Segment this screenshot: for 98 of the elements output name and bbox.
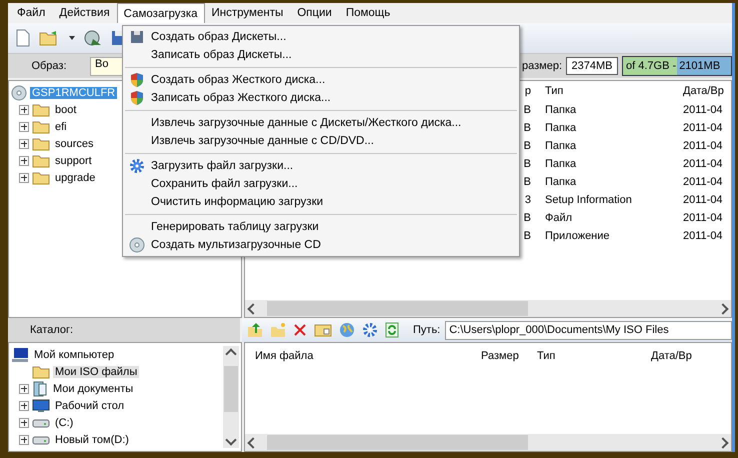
menu-item[interactable]: Загрузить файл загрузки... bbox=[151, 160, 294, 172]
tree-item[interactable]: Новый том(D:) bbox=[53, 434, 131, 446]
horizontal-scrollbar[interactable] bbox=[245, 300, 731, 317]
tree-item[interactable]: Мои ISO файлы bbox=[53, 366, 140, 378]
table-cell-text: Папка bbox=[544, 158, 578, 170]
column-header[interactable]: Тип bbox=[537, 350, 651, 362]
column-header[interactable]: Размер bbox=[481, 350, 537, 362]
column-header[interactable]: р bbox=[524, 85, 535, 97]
folder-icon bbox=[32, 120, 50, 134]
disc-icon bbox=[11, 84, 27, 100]
table-cell-text: B bbox=[524, 140, 532, 152]
folder-icon bbox=[32, 154, 50, 168]
tree-item[interactable]: support bbox=[53, 154, 94, 166]
tree-item[interactable]: Рабочий стол bbox=[53, 400, 126, 412]
expand-icon[interactable] bbox=[19, 434, 29, 444]
tree-item[interactable]: Мой компьютер bbox=[32, 348, 116, 360]
table-cell-text: 2011-04 bbox=[682, 104, 724, 116]
shield-icon bbox=[129, 72, 145, 88]
table-cell-text: Папка bbox=[544, 104, 578, 116]
table-cell-text: Setup Information bbox=[544, 194, 633, 206]
menu-item[interactable]: Действия bbox=[52, 3, 117, 23]
menu-item[interactable]: Сохранить файл загрузки... bbox=[151, 178, 298, 190]
size-field: 2374MB bbox=[566, 57, 618, 75]
table-cell-text: B bbox=[524, 122, 532, 134]
folder-icon bbox=[32, 364, 50, 378]
menu-item[interactable]: Файл bbox=[10, 3, 52, 23]
folder-icon bbox=[32, 102, 50, 116]
menu-item[interactable]: Самозагрузка bbox=[116, 3, 205, 23]
globe-icon[interactable] bbox=[338, 321, 356, 339]
table-cell-text: B bbox=[524, 104, 532, 116]
computer-icon bbox=[11, 346, 29, 362]
table-cell-text: 3 bbox=[524, 194, 532, 206]
image-label: Образ: bbox=[30, 60, 68, 72]
drive-icon bbox=[32, 416, 50, 428]
menu-item[interactable]: Опции bbox=[290, 3, 339, 23]
column-header[interactable]: Имя файла bbox=[245, 350, 481, 362]
shield-icon bbox=[129, 90, 145, 106]
gear-icon bbox=[129, 158, 145, 174]
delete-icon[interactable] bbox=[292, 322, 308, 338]
table-cell-text: 2011-04 bbox=[682, 176, 724, 188]
disc-icon bbox=[129, 237, 145, 253]
table-cell-text: 2011-04 bbox=[682, 158, 724, 170]
tree-item[interactable]: boot bbox=[53, 104, 78, 116]
tree-item[interactable]: upgrade bbox=[53, 172, 98, 184]
tree-item[interactable]: efi bbox=[53, 120, 69, 132]
menu-item[interactable]: Создать образ Дискеты... bbox=[151, 31, 286, 43]
table-cell-text: B bbox=[524, 212, 532, 224]
caret-icon[interactable] bbox=[68, 35, 76, 41]
menu-item[interactable]: Генерировать таблицу загрузки bbox=[151, 221, 319, 233]
menu-item[interactable]: Помощь bbox=[338, 3, 398, 23]
folder-icon bbox=[32, 136, 50, 150]
folder-icon bbox=[32, 170, 50, 184]
table-cell-text: 2011-04 bbox=[682, 230, 724, 242]
menu-item[interactable]: Извлечь загрузочные данные с Дискеты/Жесткого диска... bbox=[151, 117, 462, 129]
vertical-scrollbar[interactable] bbox=[223, 346, 239, 448]
menu-item[interactable]: Инструменты bbox=[204, 3, 290, 23]
table-cell-text: Папка bbox=[544, 140, 578, 152]
menu-item[interactable]: Записать образ Дискеты... bbox=[151, 49, 292, 61]
desktop-icon bbox=[32, 398, 50, 412]
menu-item[interactable]: Создать образ Жесткого диска... bbox=[151, 74, 326, 86]
expand-icon[interactable] bbox=[19, 400, 29, 410]
column-header[interactable]: Дата/Вр bbox=[651, 350, 731, 362]
table-cell-text: B bbox=[524, 158, 532, 170]
table-cell-text: 2011-04 bbox=[682, 122, 724, 134]
catalog-label: Каталог: bbox=[30, 324, 74, 336]
menu-item[interactable]: Создать мультизагрузочные CD bbox=[151, 239, 321, 251]
documents-icon bbox=[32, 380, 48, 396]
menu-item[interactable]: Очистить информацию загрузки bbox=[151, 196, 324, 208]
new-document-icon[interactable] bbox=[14, 28, 32, 48]
rename-icon[interactable] bbox=[313, 322, 333, 338]
gear-icon[interactable] bbox=[361, 321, 379, 339]
table-cell-text: B bbox=[524, 176, 532, 188]
path-field[interactable]: C:\Users\plopr_000\Documents\My ISO Files bbox=[445, 320, 732, 340]
refresh-icon[interactable] bbox=[384, 321, 400, 339]
size-label: размер: bbox=[522, 60, 562, 72]
capacity-text: of 4.7GB - 2101MB bbox=[625, 60, 720, 72]
path-label: Путь: bbox=[413, 324, 440, 336]
table-cell-text: 2011-04 bbox=[682, 140, 724, 152]
table-cell-text: Файл bbox=[544, 212, 574, 224]
menu-item[interactable]: Извлечь загрузочные данные с CD/DVD... bbox=[151, 135, 374, 147]
table-cell-text: B bbox=[524, 230, 532, 242]
drive-icon bbox=[32, 434, 50, 446]
menu-item[interactable]: Записать образ Жесткого диска... bbox=[151, 92, 331, 104]
table-cell-text: 2011-04 bbox=[682, 212, 724, 224]
column-header[interactable]: Дата/Вр bbox=[679, 85, 731, 97]
tree-item[interactable]: (C:) bbox=[53, 416, 76, 428]
floppy-icon bbox=[129, 29, 145, 45]
horizontal-scrollbar[interactable] bbox=[245, 434, 731, 451]
tree-item[interactable]: sources bbox=[53, 138, 96, 150]
table-cell-text: Папка bbox=[544, 176, 578, 188]
table-cell-text: 2011-04 bbox=[682, 194, 724, 206]
expand-icon[interactable] bbox=[19, 418, 29, 428]
tree-item[interactable]: Мои документы bbox=[51, 382, 136, 394]
folder-up-icon[interactable] bbox=[246, 321, 264, 339]
table-cell-text: Папка bbox=[544, 122, 578, 134]
column-header[interactable]: Тип bbox=[535, 85, 679, 97]
expand-icon[interactable] bbox=[19, 384, 29, 394]
table-cell-text: Приложение bbox=[544, 230, 611, 242]
